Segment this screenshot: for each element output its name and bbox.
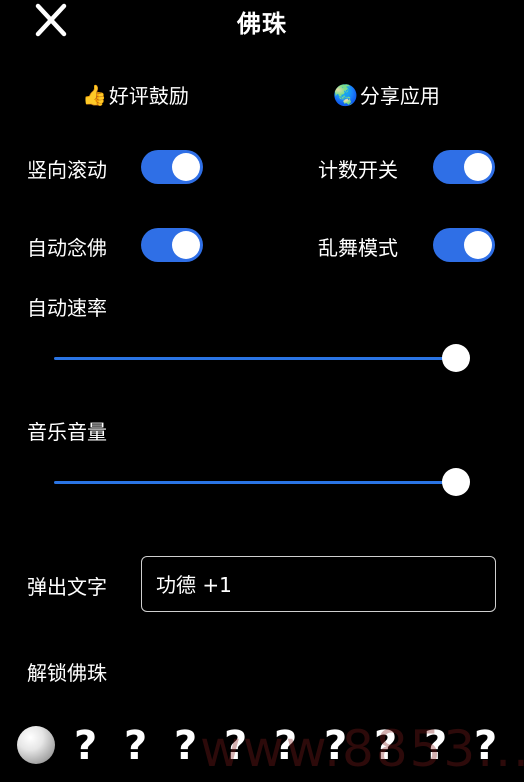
auto-rate-label: 自动速率 bbox=[27, 296, 107, 320]
share-button[interactable]: 🌏 分享应用 bbox=[333, 80, 440, 109]
locked-bead[interactable]: ? bbox=[274, 722, 297, 770]
share-label: 分享应用 bbox=[359, 84, 440, 108]
locked-bead[interactable]: ? bbox=[324, 722, 347, 770]
locked-bead[interactable]: ? bbox=[74, 722, 97, 770]
slider-handle[interactable] bbox=[442, 468, 470, 496]
globe-icon: 🌏 bbox=[333, 82, 358, 107]
slider-handle[interactable] bbox=[442, 344, 470, 372]
toggle-knob bbox=[464, 153, 492, 181]
toggle-wild-dance[interactable] bbox=[433, 228, 495, 262]
toggle-label-auto-chant: 自动念佛 bbox=[27, 236, 107, 260]
header: 佛珠 bbox=[0, 0, 524, 40]
rate-button[interactable]: 👍 好评鼓励 bbox=[82, 80, 189, 109]
toggle-vertical-scroll[interactable] bbox=[141, 150, 203, 184]
locked-bead[interactable]: ? bbox=[374, 722, 397, 770]
slider-track bbox=[54, 357, 456, 360]
thumbs-up-icon: 👍 bbox=[82, 82, 107, 107]
unlock-beads-label: 解锁佛珠 bbox=[27, 661, 107, 685]
toggle-auto-chant[interactable] bbox=[141, 228, 203, 262]
toggle-knob bbox=[172, 231, 200, 259]
locked-bead[interactable]: ? bbox=[424, 722, 447, 770]
slider-track bbox=[54, 481, 456, 484]
popup-text-input[interactable]: 功德 +1 bbox=[141, 556, 496, 612]
music-volume-label: 音乐音量 bbox=[27, 420, 107, 444]
rate-label: 好评鼓励 bbox=[108, 84, 189, 108]
toggle-label-wild-dance: 乱舞模式 bbox=[318, 236, 398, 260]
popup-text-label: 弹出文字 bbox=[27, 575, 107, 599]
toggle-counter[interactable] bbox=[433, 150, 495, 184]
music-volume-slider[interactable] bbox=[54, 467, 470, 497]
toggle-knob bbox=[172, 153, 200, 181]
locked-bead[interactable]: ? bbox=[124, 722, 147, 770]
bead-pearl[interactable] bbox=[17, 726, 55, 764]
toggle-label-vertical-scroll: 竖向滚动 bbox=[27, 158, 107, 182]
beads-row: ????????? bbox=[0, 722, 524, 772]
locked-bead[interactable]: ? bbox=[474, 722, 497, 770]
toggle-label-counter: 计数开关 bbox=[318, 158, 398, 182]
locked-bead[interactable]: ? bbox=[174, 722, 197, 770]
auto-rate-slider[interactable] bbox=[54, 343, 470, 373]
toggle-knob bbox=[464, 231, 492, 259]
locked-bead[interactable]: ? bbox=[224, 722, 247, 770]
page-title: 佛珠 bbox=[237, 10, 287, 38]
